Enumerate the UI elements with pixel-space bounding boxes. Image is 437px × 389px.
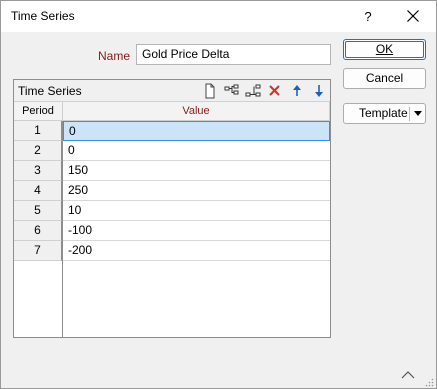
ok-button-focus-ring <box>345 41 424 58</box>
new-icon[interactable] <box>201 82 219 100</box>
period-cell[interactable]: 5 <box>14 201 62 221</box>
value-cell[interactable]: -200 <box>63 241 330 261</box>
close-button[interactable] <box>399 1 429 32</box>
value-cell[interactable]: 10 <box>63 201 330 221</box>
table-row[interactable]: 7 -200 <box>14 241 330 261</box>
period-cell[interactable]: 1 <box>14 121 62 141</box>
cancel-button-label: Cancel <box>365 71 404 85</box>
value-cell[interactable]: 0 <box>63 141 330 161</box>
period-cell[interactable]: 4 <box>14 181 62 201</box>
column-header-period[interactable]: Period <box>14 102 63 121</box>
table-row[interactable]: 1 0 <box>14 121 330 141</box>
ok-button[interactable]: OK <box>343 39 426 60</box>
table-row[interactable]: 2 0 <box>14 141 330 161</box>
help-icon: ? <box>364 9 372 24</box>
period-cell[interactable]: 7 <box>14 241 62 261</box>
period-cell[interactable]: 3 <box>14 161 62 181</box>
template-button[interactable]: Template <box>343 103 426 124</box>
append-icon[interactable] <box>244 82 262 100</box>
name-field[interactable]: Gold Price Delta <box>136 44 331 65</box>
close-icon <box>407 10 419 22</box>
value-cell[interactable]: 0 <box>63 121 330 141</box>
template-button-label: Template <box>359 106 408 120</box>
chevron-up-icon[interactable] <box>401 371 415 379</box>
table-row[interactable]: 4 250 <box>14 181 330 201</box>
template-separator <box>409 107 410 121</box>
table-row[interactable]: 5 10 <box>14 201 330 221</box>
value-cell[interactable]: -100 <box>63 221 330 241</box>
time-series-dialog: Time Series ? Name Gold Price Delta OK C… <box>0 0 437 389</box>
grid-toolbar: Time Series <box>14 80 330 102</box>
move-down-icon[interactable] <box>310 82 328 100</box>
column-header-value[interactable]: Value <box>63 102 330 121</box>
resize-grip-icon[interactable] <box>425 378 434 387</box>
table-row[interactable]: 6 -100 <box>14 221 330 241</box>
grid-title: Time Series <box>18 84 82 98</box>
value-cell[interactable]: 150 <box>63 161 330 181</box>
period-cell[interactable]: 6 <box>14 221 62 241</box>
name-label: Name <box>98 49 131 63</box>
table-row[interactable]: 3 150 <box>14 161 330 181</box>
cancel-button[interactable]: Cancel <box>343 68 426 89</box>
help-button[interactable]: ? <box>355 1 381 32</box>
title-bar: Time Series ? <box>1 1 436 32</box>
delete-icon[interactable] <box>266 82 284 100</box>
insert-icon[interactable] <box>223 82 241 100</box>
move-up-icon[interactable] <box>288 82 306 100</box>
time-series-grid: Time Series Period Value 1 0 2 0 3 150 4… <box>13 79 331 338</box>
value-cell[interactable]: 250 <box>63 181 330 201</box>
period-cell[interactable]: 2 <box>14 141 62 161</box>
window-title: Time Series <box>11 9 75 23</box>
chevron-down-icon[interactable] <box>414 111 422 116</box>
